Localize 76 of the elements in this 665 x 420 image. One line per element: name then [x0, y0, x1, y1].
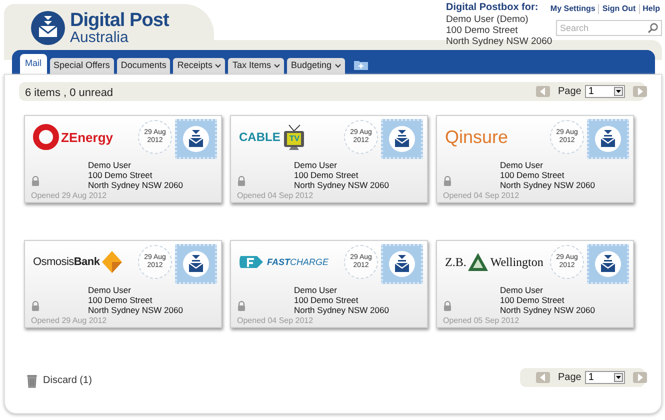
- address-line: North Sydney NSW 2060: [294, 180, 389, 190]
- address-line: 100 Demo Street: [88, 295, 154, 305]
- envelope-download-icon: [388, 250, 416, 278]
- address-line: North Sydney NSW 2060: [500, 180, 595, 190]
- page-select[interactable]: 1: [585, 371, 626, 384]
- address-line: 100 Demo Street: [500, 295, 566, 305]
- envelope-download-icon: [182, 250, 210, 278]
- address-line: North Sydney NSW 2060: [500, 305, 595, 315]
- opened-date: Opened 04 Sep 2012: [237, 315, 314, 327]
- tab[interactable]: Tax Items: [228, 58, 284, 74]
- postbox-heading: Digital Postbox for:: [446, 2, 540, 13]
- search-field[interactable]: Search: [556, 20, 662, 36]
- tv-badge-text: TV: [289, 135, 300, 143]
- address-line: Demo User: [88, 285, 132, 295]
- sender-logo-text: OsmosisBank: [33, 256, 100, 268]
- envelope-download-icon: [182, 125, 210, 153]
- tab[interactable]: Budgeting: [286, 58, 344, 74]
- address-line: North Sydney NSW 2060: [294, 305, 389, 315]
- sender-logo-text: Qinsure: [445, 128, 508, 146]
- sender-logo-text: Z.B.: [445, 256, 466, 268]
- discard-link[interactable]: Discard (1): [43, 373, 92, 388]
- tab[interactable]: Mail: [20, 54, 47, 74]
- address-line: Demo User: [294, 285, 338, 295]
- padlock-icon: [237, 301, 246, 311]
- address-line: 100 Demo Street: [88, 170, 154, 180]
- dropdown-arrow-icon[interactable]: [614, 373, 624, 382]
- address-line: Demo User: [88, 160, 132, 170]
- address-line: North Sydney NSW 2060: [88, 180, 183, 190]
- tab[interactable]: Documents: [116, 58, 170, 74]
- television-icon: [282, 124, 306, 150]
- item-count: 6 items , 0 unread: [25, 86, 114, 101]
- padlock-icon: [31, 301, 40, 311]
- padlock-icon: [443, 301, 452, 311]
- tab[interactable]: Receipts: [173, 58, 226, 74]
- sender-logo-text: Wellington: [490, 256, 544, 268]
- page-select[interactable]: 1: [585, 85, 626, 98]
- trash-can-icon[interactable]: [26, 374, 38, 388]
- page-label: Page: [558, 85, 582, 99]
- padlock-icon: [31, 176, 40, 186]
- search-icon[interactable]: [647, 22, 659, 34]
- padlock-icon: [237, 176, 246, 186]
- dropdown-arrow-icon[interactable]: [614, 87, 624, 96]
- opened-date: Opened 05 Sep 2012: [443, 315, 520, 327]
- arrow-logo-icon: [239, 254, 265, 270]
- header-link[interactable]: My Settings: [550, 4, 598, 14]
- opened-date: Opened 29 Aug 2012: [31, 190, 107, 202]
- sender-logo-text: FASTCHARGE: [267, 258, 329, 266]
- postbox-address-line: 100 Demo Street: [446, 25, 519, 36]
- header-link[interactable]: Sign Out: [598, 4, 639, 14]
- address-line: North Sydney NSW 2060: [88, 305, 183, 315]
- brand-name: Digital Post: [70, 11, 169, 30]
- diamond-icon: [102, 251, 122, 273]
- envelope-download-icon: [594, 250, 622, 278]
- sender-logo-text: CABLE: [239, 131, 280, 143]
- padlock-icon: [443, 176, 452, 186]
- address-line: 100 Demo Street: [500, 170, 566, 180]
- tab[interactable]: Special Offers: [50, 58, 114, 74]
- address-line: Demo User: [294, 160, 338, 170]
- brand-subtitle: Australia: [70, 30, 130, 45]
- opened-date: Opened 04 Sep 2012: [443, 190, 520, 202]
- address-line: 100 Demo Street: [294, 170, 360, 180]
- address-line: Demo User: [500, 285, 544, 295]
- sender-logo-text: ZEnergy: [61, 130, 114, 144]
- envelope-download-icon: [388, 125, 416, 153]
- ring-logo-icon: [33, 124, 59, 150]
- postbox-address-line: Demo User (Demo): [446, 14, 530, 25]
- address-line: Demo User: [500, 160, 544, 170]
- envelope-download-icon: [594, 125, 622, 153]
- address-line: 100 Demo Street: [294, 295, 360, 305]
- opened-date: Opened 04 Sep 2012: [237, 190, 314, 202]
- envelope-logo-icon: [30, 10, 66, 46]
- page-label: Page: [558, 371, 582, 385]
- header-link[interactable]: Help: [638, 4, 663, 14]
- triangle-logo-icon: [468, 253, 488, 271]
- opened-date: Opened 29 Aug 2012: [31, 315, 107, 327]
- postbox-address-line: North Sydney NSW 2060: [446, 36, 552, 47]
